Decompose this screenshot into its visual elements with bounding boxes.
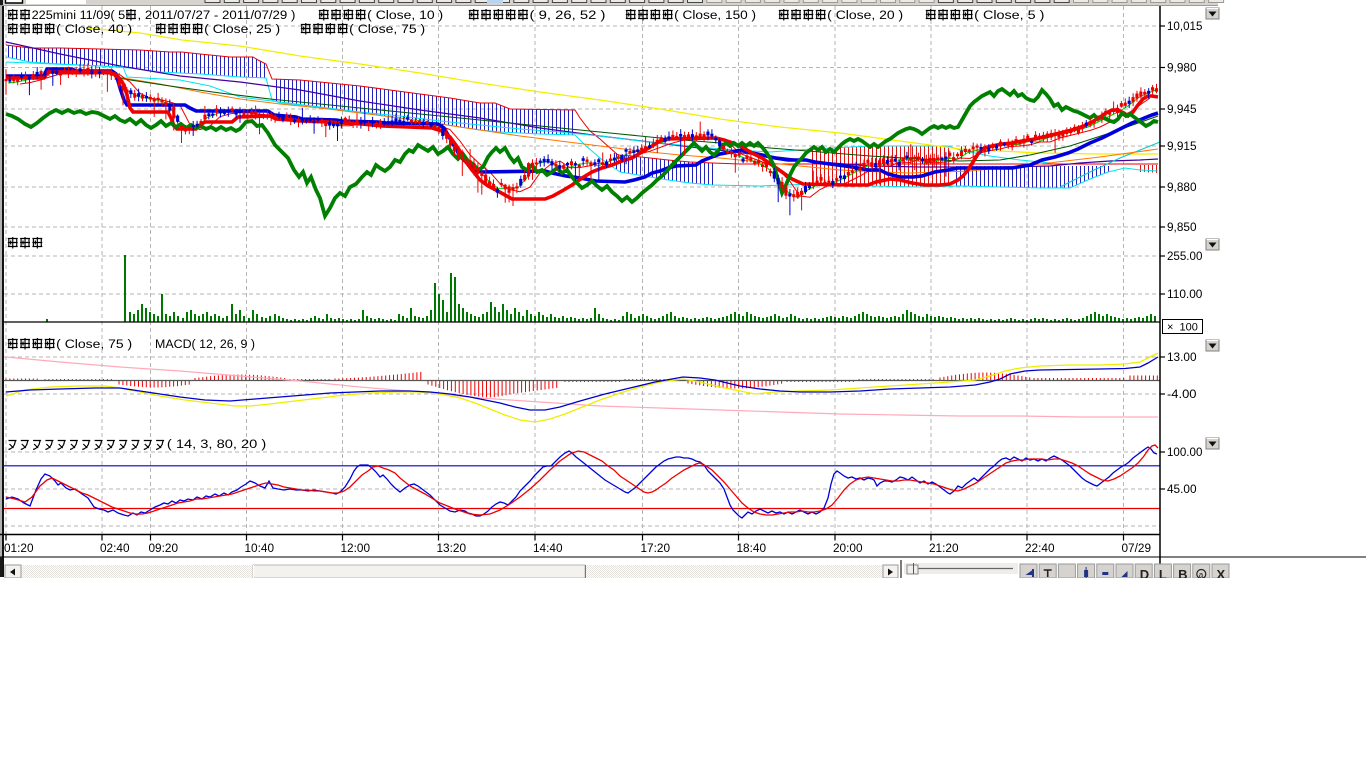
svg-text:9,850: 9,850 — [1167, 220, 1197, 234]
svg-text:MACD( 12, 26, 9 ): MACD( 12, 26, 9 ) — [155, 339, 255, 351]
svg-text:( Close, 75 ): ( Close, 75 ) — [349, 24, 425, 36]
svg-text:( Close, 40 ): ( Close, 40 ) — [56, 24, 132, 36]
svg-text:100.00: 100.00 — [1167, 445, 1203, 459]
svg-text:22:40: 22:40 — [1025, 543, 1055, 555]
svg-text:× 100: × 100 — [1167, 322, 1198, 334]
svg-text:, 2011/07/27 - 2011/07/29 ): , 2011/07/27 - 2011/07/29 ) — [138, 10, 296, 22]
svg-text:14:40: 14:40 — [533, 543, 563, 555]
svg-text:02:40: 02:40 — [100, 543, 130, 555]
svg-text:225mini 11/09( 5: 225mini 11/09( 5 — [32, 10, 126, 22]
svg-text:-4.00: -4.00 — [1167, 387, 1197, 401]
svg-text:( Close, 75 ): ( Close, 75 ) — [56, 339, 132, 351]
svg-text:09:20: 09:20 — [149, 543, 179, 555]
svg-text:07/29: 07/29 — [1122, 543, 1152, 555]
svg-text:01:20: 01:20 — [4, 543, 34, 555]
svg-text:10:40: 10:40 — [245, 543, 275, 555]
svg-text:110.00: 110.00 — [1167, 287, 1203, 301]
svg-text:45.00: 45.00 — [1167, 482, 1197, 496]
svg-text:9,915: 9,915 — [1167, 139, 1197, 153]
svg-text:21:20: 21:20 — [929, 543, 959, 555]
svg-text:( Close, 25 ): ( Close, 25 ) — [204, 24, 280, 36]
svg-text:255.00: 255.00 — [1167, 249, 1203, 263]
svg-text:( Close, 150 ): ( Close, 150 ) — [674, 10, 756, 22]
svg-text:18:40: 18:40 — [737, 543, 767, 555]
svg-text:( 9, 26, 52 ): ( 9, 26, 52 ) — [530, 10, 606, 22]
svg-text:17:20: 17:20 — [641, 543, 671, 555]
svg-text:9,945: 9,945 — [1167, 102, 1197, 116]
svg-text:9,880: 9,880 — [1167, 180, 1197, 194]
svg-text:13:20: 13:20 — [437, 543, 467, 555]
svg-text:13.00: 13.00 — [1167, 350, 1197, 364]
svg-text:( Close, 10 ): ( Close, 10 ) — [367, 10, 443, 22]
svg-text:9,980: 9,980 — [1167, 61, 1197, 75]
svg-text:20:00: 20:00 — [833, 543, 863, 555]
svg-text:( Close, 5 ): ( Close, 5 ) — [974, 10, 1044, 22]
svg-text:( Close, 20 ): ( Close, 20 ) — [827, 10, 903, 22]
svg-text:10,015: 10,015 — [1167, 19, 1203, 33]
svg-text:12:00: 12:00 — [341, 543, 371, 555]
svg-text:( 14, 3, 80, 20 ): ( 14, 3, 80, 20 ) — [167, 439, 267, 451]
